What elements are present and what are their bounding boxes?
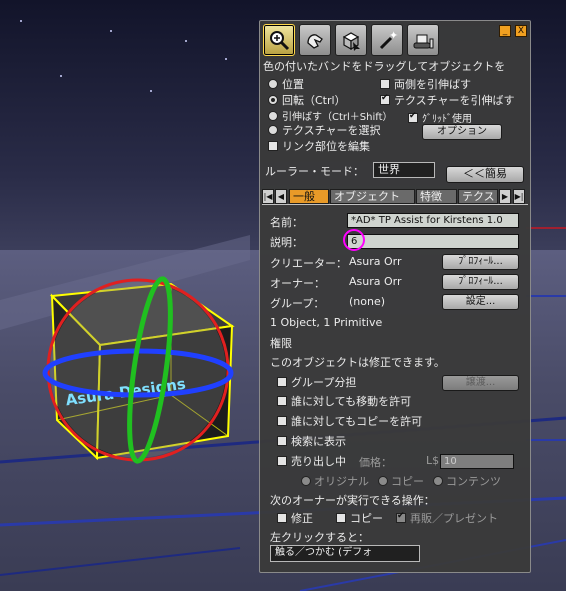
focus-tool-button[interactable] [263,24,295,56]
show-in-search-label: 検索に表示 [291,435,346,448]
tab-prev-icon[interactable]: ◀ [275,189,287,204]
edit-tool-button[interactable] [335,24,367,56]
allow-copy-checkbox[interactable] [277,416,287,426]
modifiable-text: このオブジェクトは修正できます。 [270,356,445,369]
permissions-heading: 権限 [270,337,292,350]
share-group-label: グループ分担 [291,376,357,389]
create-tool-button[interactable]: ✦ [371,24,403,56]
stretch-textures-label: テクスチャーを引伸ばす [394,94,515,107]
sale-original-label: オリジナル [314,475,369,488]
group-label: グループ： [270,297,325,310]
bulldozer-icon [413,34,434,49]
stretch-both-label: 両側を引伸ばす [394,78,471,91]
move-tool-button[interactable] [299,24,331,56]
minimize-button[interactable]: _ [499,25,511,37]
name-label: 名前： [270,216,303,229]
price-label: 価格： [359,456,392,469]
creator-label: クリエーター： [270,257,347,270]
allow-move-checkbox[interactable] [277,396,287,406]
mode-stretch-label: 引伸ばす（Ctrl＋Shift） [282,112,393,123]
mode-rotate-radio[interactable] [268,95,278,105]
next-modify-label: 修正 [291,512,313,525]
sale-copy-label: コピー [391,475,424,488]
magic-wand-icon: ✦ [379,29,398,50]
zoom-tool-icon [270,31,290,51]
selected-object[interactable]: Asura Designs [42,276,235,464]
region-line [0,547,241,576]
share-group-checkbox[interactable] [277,377,287,387]
highlight-ring [343,229,365,251]
tab-first-icon[interactable]: |◀ [262,189,274,204]
price-currency: L$ [426,454,440,467]
tab-object[interactable]: オブジェクト [330,189,415,204]
description-field[interactable]: 6 [347,234,519,249]
next-modify-checkbox[interactable] [277,513,287,523]
instructions-text: 色の付いたバンドをドラッグしてオブジェクトを [263,60,506,73]
creator-value: Asura Orr [349,255,402,268]
for-sale-label: 売り出し中 [291,455,346,468]
close-button[interactable]: X [515,25,527,37]
edit-linked-label: リンク部位を編集 [282,140,370,153]
rotation-sphere [50,282,226,458]
description-label: 説明： [270,236,303,249]
select-tool-icon [342,32,360,51]
ruler-mode-label: ルーラー・モード： [265,165,364,178]
edit-linked-checkbox[interactable] [268,141,278,151]
stretch-both-checkbox[interactable] [380,79,390,89]
next-resell-label: 再販／プレゼント [410,512,498,525]
use-grid-label: ｸﾞﾘｯﾄﾞ使用 [422,114,472,125]
sale-contents-radio[interactable] [433,476,443,486]
mode-select-texture-label: テクスチャーを選択 [282,124,381,137]
left-click-dropdown[interactable]: 触る／つかむ (デフォ [270,545,420,562]
sale-original-radio[interactable] [301,476,311,486]
name-field[interactable]: *AD* TP Assist for Kirstens 1.0 [347,213,519,228]
build-tool-floater: ✦ _ X 色の付いたバンドをドラッグしてオブジェクトを 位置 回転（Ctrl）… [259,20,531,573]
options-button[interactable]: オプション [422,124,502,140]
sale-contents-label: コンテンツ [446,475,501,488]
mode-stretch-radio[interactable] [268,111,278,121]
allow-copy-label: 誰に対してもコピーを許可 [291,415,423,428]
less-button[interactable]: ＜＜簡易 [446,166,524,183]
creator-profile-button[interactable]: ﾌﾟﾛﾌｨｰﾙ... [442,254,519,270]
deed-button[interactable]: 譲渡... [442,375,519,391]
owner-label: オーナー： [270,277,325,290]
mode-select-texture-radio[interactable] [268,125,278,135]
next-copy-checkbox[interactable] [336,513,346,523]
mode-position-label: 位置 [282,78,304,91]
tab-general[interactable]: 一般 [289,189,329,204]
left-click-label: 左クリックすると： [270,531,369,544]
stretch-textures-checkbox[interactable] [380,93,390,105]
mode-position-radio[interactable] [268,79,278,89]
tab-texture[interactable]: テクス [458,189,498,204]
sale-copy-radio[interactable] [378,476,388,486]
tab-next-icon[interactable]: ▶ [499,189,511,204]
object-count-text: 1 Object, 1 Primitive [270,316,383,329]
owner-value: Asura Orr [349,275,402,288]
land-tool-button[interactable] [407,24,439,56]
group-value: (none) [349,295,386,308]
tab-divider [262,204,528,205]
show-in-search-checkbox[interactable] [277,436,287,446]
ruler-mode-dropdown[interactable]: 世界 [373,162,435,178]
mode-rotate-label: 回転（Ctrl） [282,94,346,107]
next-owner-heading: 次のオーナーが実行できる操作： [270,494,435,507]
tab-last-icon[interactable]: ▶| [513,189,525,204]
allow-move-label: 誰に対しても移動を許可 [291,395,412,408]
price-field[interactable]: 10 [440,454,514,469]
for-sale-checkbox[interactable] [277,456,287,466]
svg-text:✦: ✦ [389,29,398,42]
next-resell-checkbox[interactable] [396,511,406,523]
owner-profile-button[interactable]: ﾌﾟﾛﾌｨｰﾙ... [442,274,519,290]
tab-features[interactable]: 特徴 [416,189,457,204]
group-set-button[interactable]: 設定... [442,294,519,310]
next-copy-label: コピー [350,512,383,525]
use-grid-checkbox[interactable] [408,111,418,123]
hand-tool-icon [307,34,323,49]
